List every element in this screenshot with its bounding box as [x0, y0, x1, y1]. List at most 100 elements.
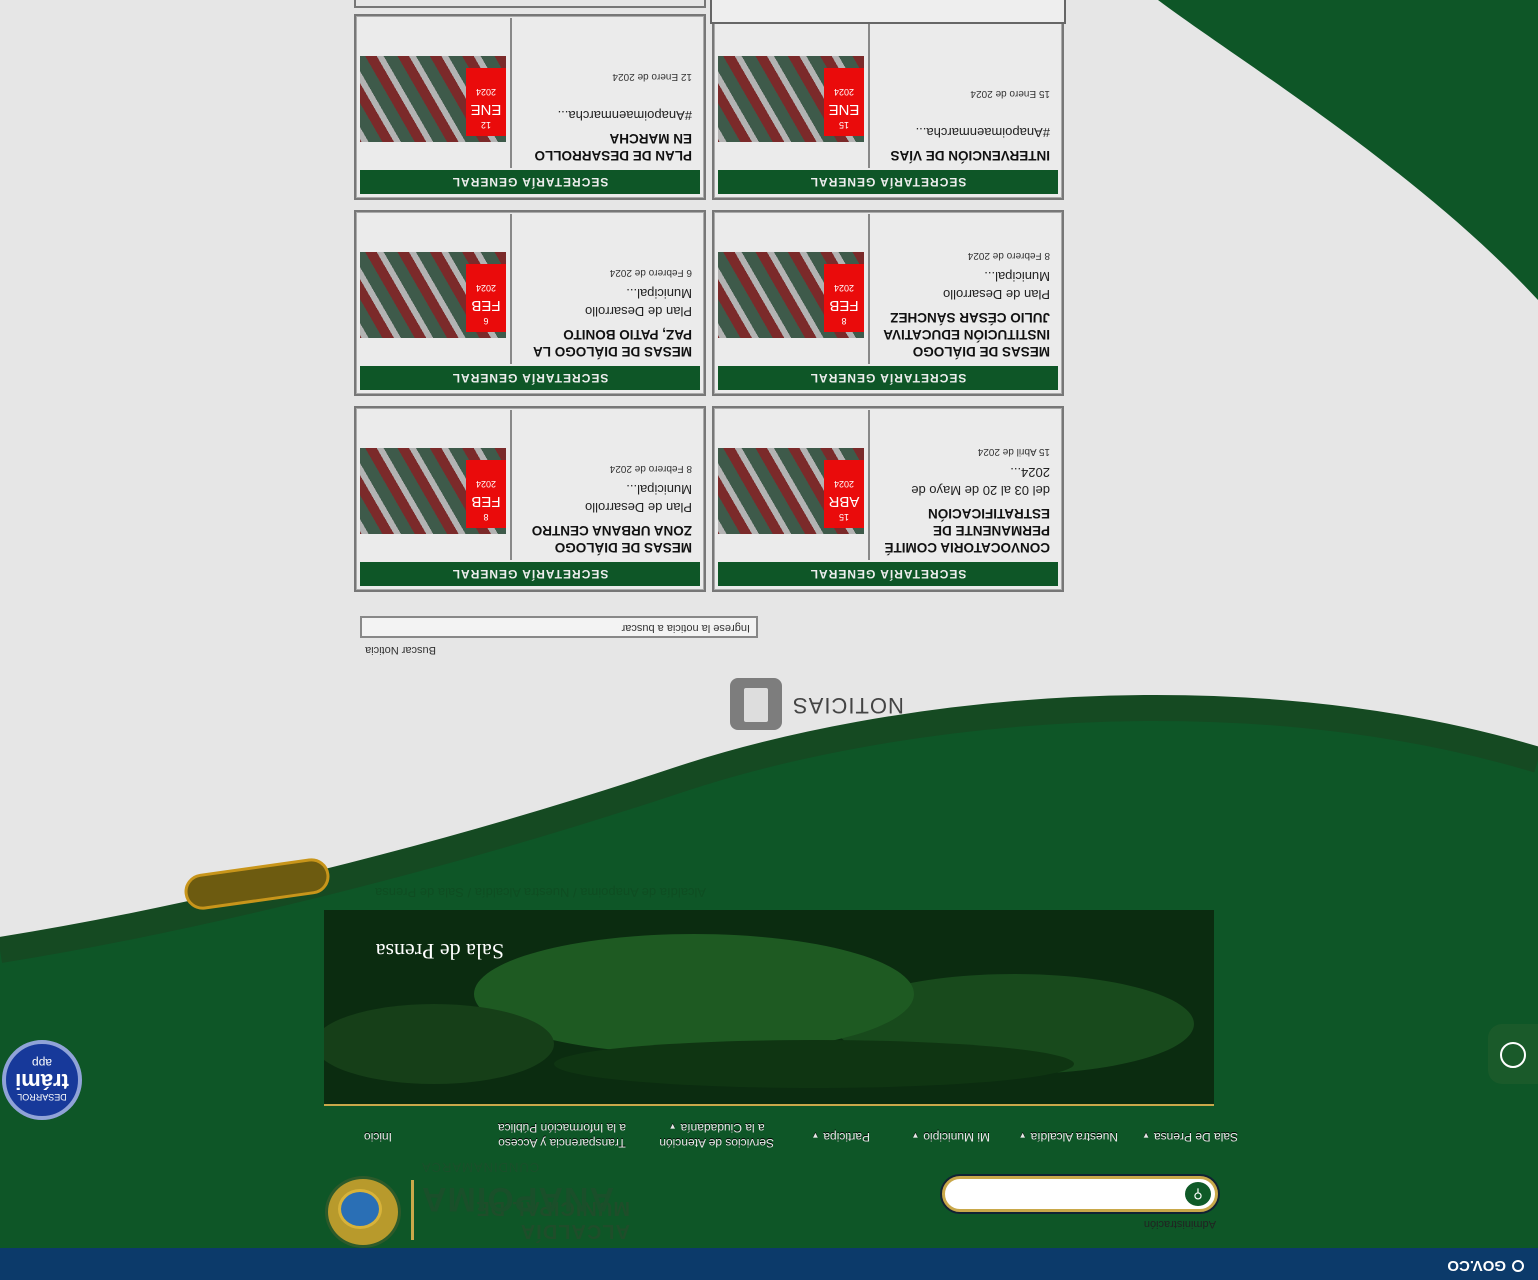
card-title-line: MESAS DE DIÁLOGO	[554, 540, 692, 555]
news-card[interactable]: SECRETARÍA GENERAL 6 FEB 2024 MESAS DE D…	[354, 210, 706, 396]
card-category[interactable]: SECRETARÍA GENERAL	[718, 366, 1058, 390]
card-excerpt: Plan de Desarrollo Municipal...	[943, 269, 1050, 302]
card-divider	[510, 214, 512, 364]
card-category[interactable]: SECRETARÍA GENERAL	[360, 170, 700, 194]
card-excerpt: Plan de Desarrollo Municipal...	[585, 482, 692, 515]
card-divider	[510, 410, 512, 560]
chevron-down-icon: ▼	[1018, 1131, 1027, 1140]
search-icon[interactable]: ⚲	[1185, 1182, 1211, 1206]
news-card[interactable]: SECRETARÍA GENERAL 8 FEB 2024 MESAS DE D…	[712, 210, 1064, 396]
news-card[interactable]: SECRETARÍA GENERAL 15 ENE 2024 INTERVENC…	[712, 14, 1064, 200]
date-day: 8	[483, 512, 489, 522]
chevron-down-icon: ▼	[668, 1122, 677, 1131]
card-title-line: JULIO CÉSAR SÁNCHEZ	[890, 310, 1050, 325]
date-badge: 12 ENE 2024	[466, 68, 506, 136]
date-badge: 15 ENE 2024	[824, 68, 864, 136]
gov-bar[interactable]: GOV.CO	[0, 1248, 1538, 1280]
card-date: 6 Febrero de 2024	[609, 267, 692, 278]
chevron-down-icon: ▼	[811, 1131, 820, 1140]
card-title-line: ZONA URBANA CENTRO	[531, 523, 692, 538]
card-title-line: MESAS DE DIÁLOGO LA	[532, 344, 692, 359]
page-title: Sala de Prensa	[375, 939, 504, 964]
date-year: 2024	[475, 283, 497, 293]
logo-line3: CUNDINAMARCA	[421, 1160, 540, 1175]
logo-line2: ANAPOIMA	[421, 1180, 615, 1218]
accessibility-icon	[1500, 1042, 1526, 1068]
card-partial	[354, 0, 706, 8]
card-title-line: ESTRATIFICACIÓN	[928, 506, 1050, 521]
card-title-line: INSTITUCIÓN EDUCATIVA	[883, 327, 1050, 342]
admin-link[interactable]: Administración	[1144, 1218, 1216, 1230]
news-heading-text: NOTICIAS	[792, 693, 904, 718]
card-title-line: PAZ, PATIO BONITO	[563, 327, 692, 342]
card-category[interactable]: SECRETARÍA GENERAL	[360, 366, 700, 390]
date-badge: 8 FEB 2024	[824, 264, 864, 332]
card-title-line: MESAS DE DIÁLOGO	[912, 344, 1050, 359]
card-title[interactable]: INTERVENCIÓN DE VÍAS	[874, 147, 1050, 164]
tramites-app-button[interactable]: DESARROL trámi app	[2, 1040, 82, 1120]
card-excerpt: Plan de Desarrollo Municipal...	[585, 286, 692, 319]
card-date: 8 Febrero de 2024	[609, 463, 692, 474]
date-month: FEB	[471, 297, 501, 314]
date-badge: 8 FEB 2024	[466, 460, 506, 528]
nav-item-sala-prensa[interactable]: Sala De Prensa▼	[1142, 1130, 1238, 1144]
card-excerpt: del 03 al 20 de Mayo de 2024...	[911, 465, 1050, 498]
date-month: ENE	[828, 101, 860, 118]
breadcrumb[interactable]: Alcaldía de Anapoima / Nuestra Alcaldía …	[375, 885, 706, 900]
date-badge: 15 ABR 2024	[824, 460, 864, 528]
news-card[interactable]: SECRETARÍA GENERAL 12 ENE 2024 PLAN DE D…	[354, 14, 706, 200]
date-day: 15	[839, 512, 850, 522]
card-title[interactable]: PLAN DE DESARROLLO EN MARCHA	[516, 130, 692, 164]
nav-item-mi-municipio[interactable]: Mi Municipio▼	[911, 1130, 990, 1144]
card-title[interactable]: MESAS DE DIÁLOGO ZONA URBANA CENTRO	[516, 522, 692, 556]
card-date: 15 Enero de 2024	[970, 88, 1050, 99]
date-year: 2024	[833, 479, 855, 489]
card-divider	[868, 18, 870, 168]
card-category[interactable]: SECRETARÍA GENERAL	[718, 170, 1058, 194]
newspaper-icon	[730, 678, 782, 730]
card-partial	[710, 0, 1066, 24]
date-month: FEB	[471, 493, 501, 510]
date-badge: 6 FEB 2024	[466, 264, 506, 332]
date-month: ENE	[470, 101, 502, 118]
header-search-input[interactable]: ⚲	[942, 1176, 1218, 1212]
card-category[interactable]: SECRETARÍA GENERAL	[718, 562, 1058, 586]
trami-top-label: app	[31, 1056, 53, 1070]
accessibility-tab[interactable]	[1488, 1024, 1538, 1084]
nav-item-nuestra-alcaldia[interactable]: Nuestra Alcaldía▼	[1019, 1130, 1118, 1144]
coat-of-arms-icon	[325, 1176, 401, 1248]
logo-divider	[411, 1180, 414, 1240]
card-date: 15 Abril de 2024	[977, 446, 1050, 457]
date-month: FEB	[829, 297, 859, 314]
hero-banner: Sala de Prensa	[324, 910, 1214, 1106]
date-day: 8	[841, 316, 847, 326]
card-date: 8 Febrero de 2024	[967, 250, 1050, 261]
news-card[interactable]: SECRETARÍA GENERAL 8 FEB 2024 MESAS DE D…	[354, 406, 706, 592]
card-excerpt: #Anapoimaenmarcha...	[557, 108, 692, 123]
page-root: GOV.CO Administración ⚲ ALCALDÍA MUNICIP…	[0, 0, 1538, 1280]
card-title[interactable]: MESAS DE DIÁLOGO INSTITUCIÓN EDUCATIVA JUL…	[874, 309, 1050, 360]
date-year: 2024	[833, 87, 855, 97]
date-day: 15	[839, 120, 850, 130]
nav-item-inicio[interactable]: Inicio	[364, 1130, 392, 1144]
card-title[interactable]: MESAS DE DIÁLOGO LA PAZ, PATIO BONITO	[516, 326, 692, 360]
card-title-line: CONVOCATORIA COMITÉ	[884, 540, 1050, 555]
news-heading: NOTICIAS	[730, 676, 904, 732]
news-search-input[interactable]: Ingrese la noticia a buscar	[360, 616, 758, 638]
gov-label: GOV.CO	[1447, 1257, 1506, 1274]
card-date: 12 Enero de 2024	[612, 71, 692, 82]
main-nav: Inicio Transparencia y Acceso a la Inform…	[324, 1112, 1238, 1152]
card-divider	[868, 214, 870, 364]
card-title[interactable]: CONVOCATORIA COMITÉ PERMANENTE DE ESTRATIF…	[874, 505, 1050, 556]
card-title-line: EN MARCHA	[609, 131, 693, 146]
nav-item-servicios[interactable]: Servicios de Atención a la Ciudadanía▼	[659, 1119, 774, 1150]
card-category[interactable]: SECRETARÍA GENERAL	[360, 562, 700, 586]
date-year: 2024	[833, 283, 855, 293]
site-logo[interactable]: ALCALDÍA MUNICIPAL DE ANAPOIMA CUNDINAMA…	[325, 1160, 630, 1250]
nav-item-transparencia[interactable]: Transparencia y Acceso a la Información P…	[498, 1120, 626, 1150]
nav-item-participa[interactable]: Participa▼	[811, 1130, 870, 1144]
chevron-down-icon: ▼	[911, 1131, 920, 1140]
date-year: 2024	[475, 479, 497, 489]
card-excerpt: #Anapoimaenmarcha...	[915, 125, 1050, 140]
news-card[interactable]: SECRETARÍA GENERAL 15 ABR 2024 CONVOCATO…	[712, 406, 1064, 592]
